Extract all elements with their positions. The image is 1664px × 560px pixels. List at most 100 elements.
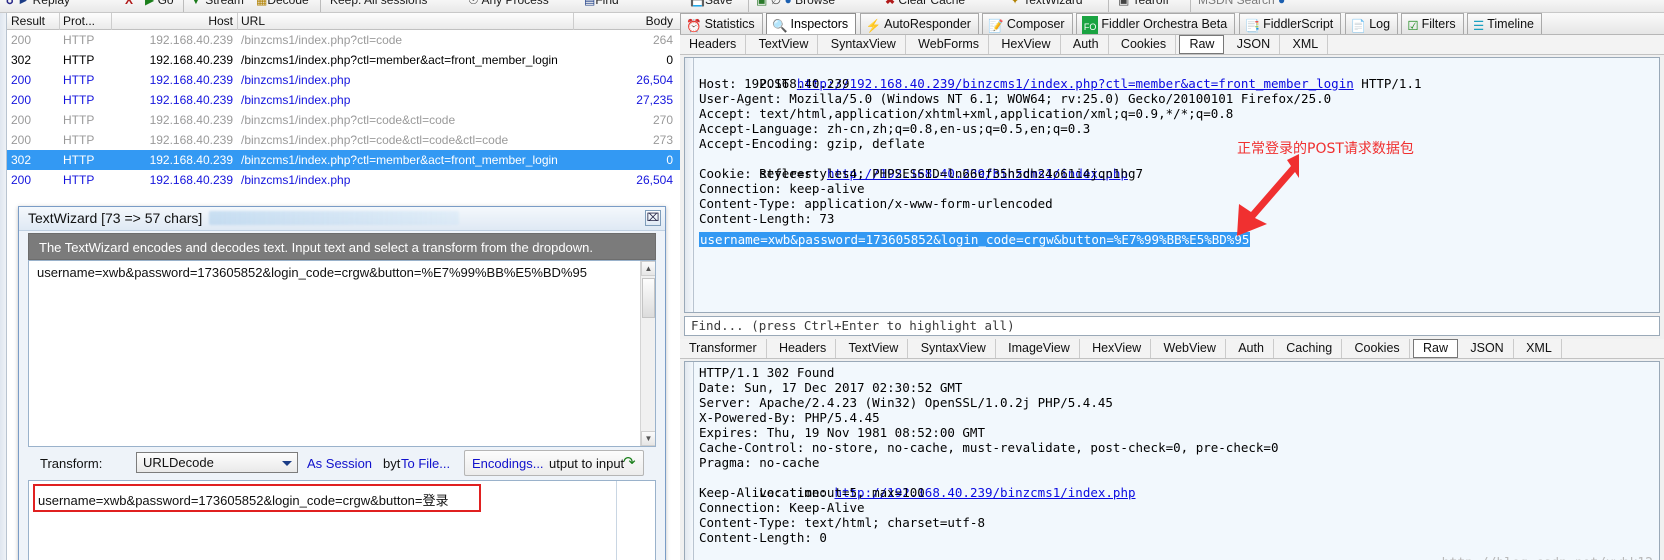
table-row[interactable]: 200 HTTP 192.168.40.239 /binzcms1/index.…	[7, 30, 680, 50]
tab-fiddlerscript[interactable]: 📑 FiddlerScript	[1238, 13, 1342, 34]
column-header-url[interactable]: URL	[241, 14, 265, 29]
subtab-raw[interactable]: Raw	[1179, 35, 1225, 54]
toolbar-item-go[interactable]: ▶ Go	[145, 0, 174, 7]
tab-timeline[interactable]: ☰ Timeline	[1466, 13, 1542, 34]
table-row[interactable]: 200 HTTP 192.168.40.239 /binzcms1/index.…	[7, 110, 680, 130]
subtab-response-syntaxview[interactable]: SyntaxView	[912, 339, 996, 358]
column-header-body[interactable]: Body	[577, 14, 673, 29]
annotation-arrow-icon	[1237, 154, 1299, 236]
request-version: HTTP/1.1	[1353, 76, 1422, 91]
toolbar-item-remove[interactable]: X	[125, 0, 133, 7]
request-subtabs: Headers TextView SyntaxView WebForms Hex…	[680, 35, 1664, 55]
as-session-link[interactable]: As Session	[307, 456, 372, 471]
output-divider	[616, 481, 617, 560]
subtab-cookies[interactable]: Cookies	[1112, 35, 1177, 54]
refresh-icon[interactable]: ↷	[623, 455, 639, 472]
subtab-response-webview[interactable]: WebView	[1155, 339, 1226, 358]
subtab-webforms[interactable]: WebForms	[909, 35, 990, 54]
subtab-auth[interactable]: Auth	[1064, 35, 1109, 54]
subtab-json[interactable]: JSON	[1228, 35, 1281, 54]
table-row[interactable]: 200 HTTP 192.168.40.239 /binzcms1/index.…	[7, 70, 680, 90]
textwizard-titlebar[interactable]: TextWizard [73 => 57 chars] ⌧	[19, 207, 665, 231]
subtab-response-imageview[interactable]: ImageView	[999, 339, 1080, 358]
tab-log[interactable]: 📄 Log	[1344, 13, 1399, 34]
toolbar-item-process[interactable]: ☉ Any Process	[468, 0, 549, 7]
cell-protocol: HTTP	[63, 173, 95, 187]
request-gutter	[685, 58, 694, 312]
encodings-link[interactable]: Encodings...	[472, 456, 544, 471]
response-raw-view[interactable]: HTTP/1.1 302 Found Date: Sun, 17 Dec 201…	[684, 361, 1660, 560]
subtab-response-cookies[interactable]: Cookies	[1346, 339, 1410, 358]
tab-filters[interactable]: ☑ Filters	[1401, 13, 1464, 34]
request-url-link[interactable]: http://192.168.40.239/binzcms1/index.php…	[797, 76, 1354, 91]
close-icon[interactable]: ⌧	[645, 210, 661, 226]
inspectors-pane: ⏰ Statistics 🔍 Inspectors ⚡ AutoResponder 📝…	[680, 13, 1664, 560]
orchestra-icon: FO	[1081, 16, 1099, 34]
tab-autoresponder[interactable]: ⚡ AutoResponder	[859, 13, 979, 34]
request-body-line[interactable]: username=xwb&password=173605852&login_co…	[699, 232, 1251, 247]
cell-protocol: HTTP	[63, 153, 95, 167]
subtab-transformer[interactable]: Transformer	[680, 339, 767, 358]
response-header-line: Connection: Keep-Alive	[699, 500, 865, 515]
toolbar-item-decode[interactable]: ▦Decode	[256, 0, 309, 7]
subtab-response-caching[interactable]: Caching	[1277, 339, 1343, 358]
output-to-input-label[interactable]: utput to input	[549, 456, 624, 471]
scroll-down-icon[interactable]: ▼	[641, 431, 655, 446]
transform-select[interactable]: URLDecode	[136, 452, 298, 473]
subtab-response-xml[interactable]: XML	[1517, 339, 1562, 358]
column-header-result[interactable]: Result	[11, 14, 45, 29]
scroll-thumb[interactable]	[642, 278, 655, 318]
cell-body: 27,235	[636, 93, 673, 107]
toolbar-item-msdn-search[interactable]: MSDN Search ●	[1198, 0, 1285, 7]
find-input[interactable]: Find... (press Ctrl+Enter to highlight a…	[684, 316, 1660, 336]
cell-result: 302	[11, 53, 32, 67]
toolbar-item-textwizard[interactable]: ✦ TextWizard	[1010, 0, 1083, 7]
textwizard-output[interactable]: username=xwb&password=173605852&login_co…	[28, 480, 656, 560]
table-row[interactable]: 200 HTTP 192.168.40.239 /binzcms1/index.…	[7, 90, 680, 110]
textwizard-input-scrollbar[interactable]: ▲ ▼	[640, 261, 655, 446]
toolbar-item-tearoff[interactable]: ▣ Tearoff	[1118, 0, 1169, 7]
cell-url: /binzcms1/index.php?ctl=code&ctl=code	[241, 113, 456, 127]
toolbar-item-find[interactable]: ▤Find	[584, 0, 619, 7]
referer-line: Referer: http://192.168.40.239/binzcms1/…	[699, 151, 1128, 181]
to-file-link[interactable]: To File...	[401, 456, 450, 471]
subtab-response-headers[interactable]: Headers	[770, 339, 837, 358]
toolbar-item-browse[interactable]: ▣ ∅ ● Browse	[756, 0, 835, 7]
subtab-syntaxview[interactable]: SyntaxView	[822, 35, 906, 54]
toolbar-item-replay[interactable]: ☌ ► Replay	[6, 0, 70, 7]
subtab-textview[interactable]: TextView	[750, 35, 819, 54]
textwizard-input[interactable]: username=xwb&password=173605852&login_co…	[28, 260, 656, 447]
subtab-response-json[interactable]: JSON	[1461, 339, 1514, 358]
table-row[interactable]: 200 HTTP 192.168.40.239 /binzcms1/index.…	[7, 130, 680, 150]
header-line: Accept: text/html,application/xhtml+xml,…	[699, 106, 1234, 121]
cell-host: 192.168.40.239	[149, 33, 233, 47]
tab-statistics[interactable]: ⏰ Statistics	[680, 13, 763, 34]
cell-url: /binzcms1/index.php?ctl=member&act=front…	[241, 153, 558, 167]
response-gutter	[685, 362, 694, 560]
tab-fiddler-orchestra-beta[interactable]: FO Fiddler Orchestra Beta	[1075, 13, 1236, 34]
table-row[interactable]: 302 HTTP 192.168.40.239 /binzcms1/index.…	[7, 50, 680, 70]
subtab-response-textview[interactable]: TextView	[840, 339, 909, 358]
toolbar-item-keep[interactable]: Keep: All sessions	[330, 0, 427, 7]
request-raw-view[interactable]: POST http://192.168.40.239/binzcms1/inde…	[684, 57, 1660, 313]
subtab-xml[interactable]: XML	[1283, 35, 1329, 54]
column-header-host[interactable]: Host	[115, 14, 233, 29]
scroll-up-icon[interactable]: ▲	[641, 261, 655, 276]
table-row[interactable]: 200 HTTP 192.168.40.239 /binzcms1/index.…	[7, 170, 680, 190]
subtab-response-hexview[interactable]: HexView	[1083, 339, 1152, 358]
tab-inspectors[interactable]: 🔍 Inspectors	[765, 13, 857, 34]
filters-icon: ☑	[1407, 19, 1419, 33]
table-row-selected[interactable]: 302 HTTP 192.168.40.239 /binzcms1/index.…	[7, 150, 680, 170]
column-header-protocol[interactable]: Prot...	[63, 14, 95, 29]
cell-body: 0	[666, 53, 673, 67]
fiddlerscript-icon: 📑	[1244, 19, 1261, 33]
toolbar-item-clear-cache[interactable]: ✖ Clear Cache	[885, 0, 965, 7]
response-header-line: Keep-Alive: timeout=5, max=100	[699, 485, 925, 500]
tab-composer[interactable]: 📝 Composer	[982, 13, 1073, 34]
subtab-hexview[interactable]: HexView	[992, 35, 1061, 54]
toolbar-item-stream[interactable]: ▼ Stream	[190, 0, 244, 7]
subtab-headers[interactable]: Headers	[680, 35, 747, 54]
subtab-response-auth[interactable]: Auth	[1229, 339, 1274, 358]
toolbar-item-save[interactable]: 💾Save	[690, 0, 732, 7]
subtab-response-raw[interactable]: Raw	[1413, 339, 1459, 358]
